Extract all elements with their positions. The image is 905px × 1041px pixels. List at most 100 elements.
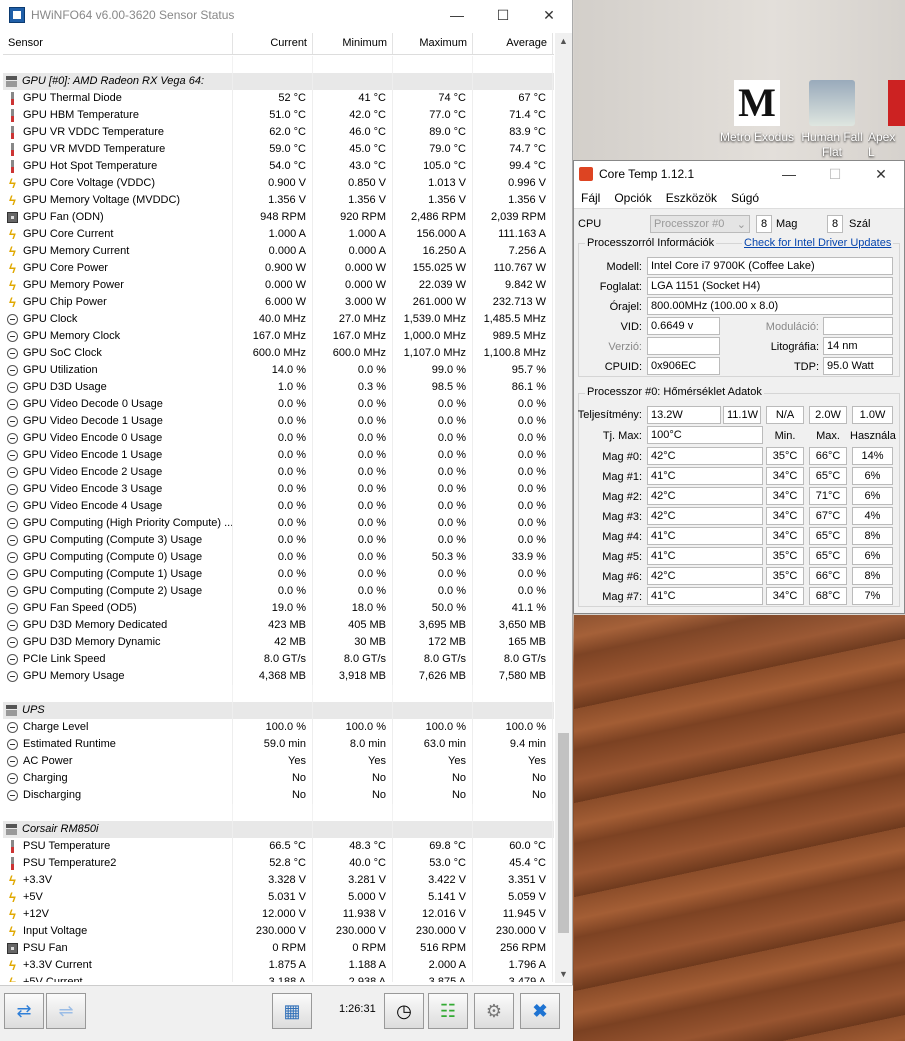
sensor-row[interactable]: GPU Utilization 14.0 % 0.0 % 99.0 % 95.7 % [3, 362, 554, 379]
nav-left-right-button[interactable]: ⇄ [4, 993, 44, 1029]
sensor-row[interactable]: ϟ GPU Memory Voltage (MVDDC) 1.356 V 1.356 … [3, 192, 554, 209]
menu-tools[interactable]: Eszközök [666, 191, 717, 205]
sensor-row[interactable]: GPU SoC Clock 600.0 MHz 600.0 MHz 1,107.0 M… [3, 345, 554, 362]
sensor-row[interactable]: GPU HBM Temperature 51.0 °C 42.0 °C 77.0 °C… [3, 107, 554, 124]
sensor-row[interactable]: GPU Video Encode 2 Usage 0.0 % 0.0 % 0.0 % 0… [3, 464, 554, 481]
close-button[interactable]: ✕ [858, 166, 904, 183]
clock-button[interactable]: ◷ [384, 993, 424, 1029]
desktop-icon-human-fall-flat[interactable]: Human Fall Flat [796, 80, 868, 160]
close-button[interactable]: ✕ [526, 0, 572, 30]
sensor-row[interactable]: GPU Computing (High Priority Compute) ..… [3, 515, 554, 532]
minimize-button[interactable]: — [434, 0, 480, 30]
coretemp-titlebar[interactable]: Core Temp 1.12.1 — ☐ ✕ [574, 161, 904, 187]
sensor-row[interactable]: Estimated Runtime 59.0 min 8.0 min 63.0 min… [3, 736, 554, 753]
scroll-thumb[interactable] [558, 733, 569, 933]
sensor-row[interactable]: GPU VR MVDD Temperature 59.0 °C 45.0 °C 79.… [3, 141, 554, 158]
value-current: No [233, 770, 313, 787]
sensor-row[interactable]: GPU Hot Spot Temperature 54.0 °C 43.0 °C 10… [3, 158, 554, 175]
sensor-name-cell: GPU Computing (Compute 0) Usage [3, 549, 233, 566]
value-maximum: 0.0 % [393, 413, 473, 430]
sensor-row[interactable]: ϟ GPU Core Current 1.000 A 1.000 A 156.000 A… [3, 226, 554, 243]
core-min: 35°C [766, 547, 804, 565]
desktop-icon-apex[interactable]: Apex L [868, 80, 905, 160]
value-current: 0.0 % [233, 549, 313, 566]
sensor-group-header[interactable]: GPU [#0]: AMD Radeon RX Vega 64: [3, 73, 554, 90]
sensor-row[interactable]: ϟ GPU Core Voltage (VDDC) 0.900 V 0.850 V 1.… [3, 175, 554, 192]
col-max-header: Max. [816, 430, 840, 442]
sensor-row[interactable]: ϟ GPU Memory Current 0.000 A 0.000 A 16.250 … [3, 243, 554, 260]
sensor-row[interactable]: AC Power Yes Yes Yes Yes [3, 753, 554, 770]
value-maximum: No [393, 787, 473, 804]
column-average[interactable]: Average [473, 33, 553, 54]
sensor-row[interactable]: ϟ Input Voltage 230.000 V 230.000 V 230.000 … [3, 923, 554, 940]
menu-help[interactable]: Súgó [731, 191, 759, 205]
sensor-row[interactable]: GPU Fan Speed (OD5) 19.0 % 18.0 % 50.0 % 41.… [3, 600, 554, 617]
sensor-row[interactable]: Discharging No No No No [3, 787, 554, 804]
value-current [233, 821, 313, 838]
value-maximum: 172 MB [393, 634, 473, 651]
sensor-name-cell: PSU Fan [3, 940, 233, 957]
sensor-row[interactable]: PSU Fan 0 RPM 0 RPM 516 RPM 256 RPM [3, 940, 554, 957]
vertical-scrollbar[interactable]: ▲ ▼ [555, 33, 572, 983]
sensor-row[interactable]: Charging No No No No [3, 770, 554, 787]
sensor-row[interactable]: ϟ GPU Memory Power 0.000 W 0.000 W 22.039 W9… [3, 277, 554, 294]
sensor-row[interactable]: ϟ +5V 5.031 V 5.000 V 5.141 V 5.059 V [3, 889, 554, 906]
cpu-select[interactable]: Processzor #0 ⌄ [650, 215, 750, 233]
close-sensors-button[interactable]: ✖ [520, 993, 560, 1029]
maximize-button[interactable]: ☐ [480, 0, 526, 30]
sensor-row[interactable]: GPU Video Encode 1 Usage 0.0 % 0.0 % 0.0 % 0… [3, 447, 554, 464]
sensor-row[interactable]: Charge Level 100.0 % 100.0 % 100.0 % 100.0 % [3, 719, 554, 736]
sensor-row[interactable]: GPU D3D Memory Dedicated 423 MB 405 MB 3,69… [3, 617, 554, 634]
scroll-down-arrow-icon[interactable]: ▼ [555, 966, 572, 983]
minimize-button[interactable]: — [766, 166, 812, 182]
sensor-row[interactable]: GPU Video Encode 0 Usage 0.0 % 0.0 % 0.0 % 0… [3, 430, 554, 447]
column-minimum[interactable]: Minimum [313, 33, 393, 54]
network-button[interactable]: ▦ [272, 993, 312, 1029]
sensor-row[interactable]: GPU Video Encode 4 Usage 0.0 % 0.0 % 0.0 % 0… [3, 498, 554, 515]
sensor-row[interactable]: ϟ +3.3V 3.328 V 3.281 V 3.422 V 3.351 V [3, 872, 554, 889]
sensor-row[interactable]: GPU VR VDDC Temperature 62.0 °C 46.0 °C 89.… [3, 124, 554, 141]
sensor-row[interactable]: GPU Computing (Compute 2) Usage 0.0 % 0.0 … [3, 583, 554, 600]
settings-button[interactable]: ⚙ [474, 993, 514, 1029]
sensor-group-header[interactable]: Corsair RM850i [3, 821, 554, 838]
sensor-row[interactable]: GPU Computing (Compute 0) Usage 0.0 % 0.0 … [3, 549, 554, 566]
sensor-row[interactable]: ϟ GPU Core Power 0.900 W 0.000 W 155.025 W 11… [3, 260, 554, 277]
value-average: 3.351 V [473, 872, 553, 889]
menu-file[interactable]: Fájl [581, 191, 600, 205]
add-report-button[interactable]: ☷ [428, 993, 468, 1029]
sensor-row[interactable]: ϟ +12V 12.000 V 11.938 V 12.016 V 11.945 V [3, 906, 554, 923]
sensor-row[interactable]: GPU Fan (ODN) 948 RPM 920 RPM 2,486 RPM 2,03… [3, 209, 554, 226]
sensor-row[interactable]: GPU D3D Usage 1.0 % 0.3 % 98.5 % 86.1 % [3, 379, 554, 396]
sensor-row[interactable]: GPU Computing (Compute 3) Usage 0.0 % 0.0 … [3, 532, 554, 549]
sensor-row[interactable]: GPU Clock 40.0 MHz 27.0 MHz 1,539.0 MHz 1,48… [3, 311, 554, 328]
scroll-up-arrow-icon[interactable]: ▲ [555, 33, 572, 50]
sensor-name-cell: ϟ GPU Memory Power [3, 277, 233, 294]
sensor-group-header[interactable]: UPS [3, 702, 554, 719]
sensor-row[interactable]: PSU Temperature2 52.8 °C 40.0 °C 53.0 °C 45.… [3, 855, 554, 872]
sensor-row[interactable]: ϟ +5V Current 3.188 A2.938 A3.875 A3.479 A [3, 974, 554, 982]
sensor-row[interactable]: GPU Video Decode 1 Usage 0.0 % 0.0 % 0.0 % 0… [3, 413, 554, 430]
column-maximum[interactable]: Maximum [393, 33, 473, 54]
sensor-row[interactable]: GPU D3D Memory Dynamic 42 MB 30 MB 172 MB 16… [3, 634, 554, 651]
sensor-row[interactable]: GPU Video Decode 0 Usage 0.0 % 0.0 % 0.0 % 0… [3, 396, 554, 413]
column-sensor[interactable]: Sensor [3, 33, 233, 54]
sensor-row[interactable]: GPU Video Encode 3 Usage 0.0 % 0.0 % 0.0 % 0… [3, 481, 554, 498]
core-max: 65°C [809, 527, 847, 545]
sensor-row[interactable]: GPU Computing (Compute 1) Usage 0.0 % 0.0 … [3, 566, 554, 583]
desktop-icon-metro-exodus[interactable]: M Metro Exodus [718, 80, 796, 145]
sensor-row[interactable]: GPU Thermal Diode 52 °C 41 °C 74 °C 67 °C [3, 90, 554, 107]
value-average: 8.0 GT/s [473, 651, 553, 668]
driver-update-link[interactable]: Check for Intel Driver Updates [742, 237, 894, 249]
power-dram: 1.0W [852, 406, 893, 424]
sensor-row[interactable]: GPU Memory Clock 167.0 MHz 167.0 MHz 1,000.… [3, 328, 554, 345]
sensor-row[interactable]: ϟ +3.3V Current 1.875 A 1.188 A 2.000 A 1.796… [3, 957, 554, 974]
column-current[interactable]: Current [233, 33, 313, 54]
nav-swap-button[interactable]: ⇌ [46, 993, 86, 1029]
sensor-row[interactable]: GPU Memory Usage 4,368 MB 3,918 MB 7,626 MB… [3, 668, 554, 685]
sensor-name-cell: ϟ GPU Memory Current [3, 243, 233, 260]
hwinfo-titlebar[interactable]: HWiNFO64 v6.00-3620 Sensor Status — ☐ ✕ [0, 0, 572, 30]
sensor-row[interactable]: PCIe Link Speed 8.0 GT/s 8.0 GT/s 8.0 GT/s 8… [3, 651, 554, 668]
sensor-row[interactable]: PSU Temperature 66.5 °C 48.3 °C 69.8 °C 60.0… [3, 838, 554, 855]
menu-options[interactable]: Opciók [614, 191, 651, 205]
sensor-row[interactable]: ϟ GPU Chip Power 6.000 W 3.000 W 261.000 W 23… [3, 294, 554, 311]
